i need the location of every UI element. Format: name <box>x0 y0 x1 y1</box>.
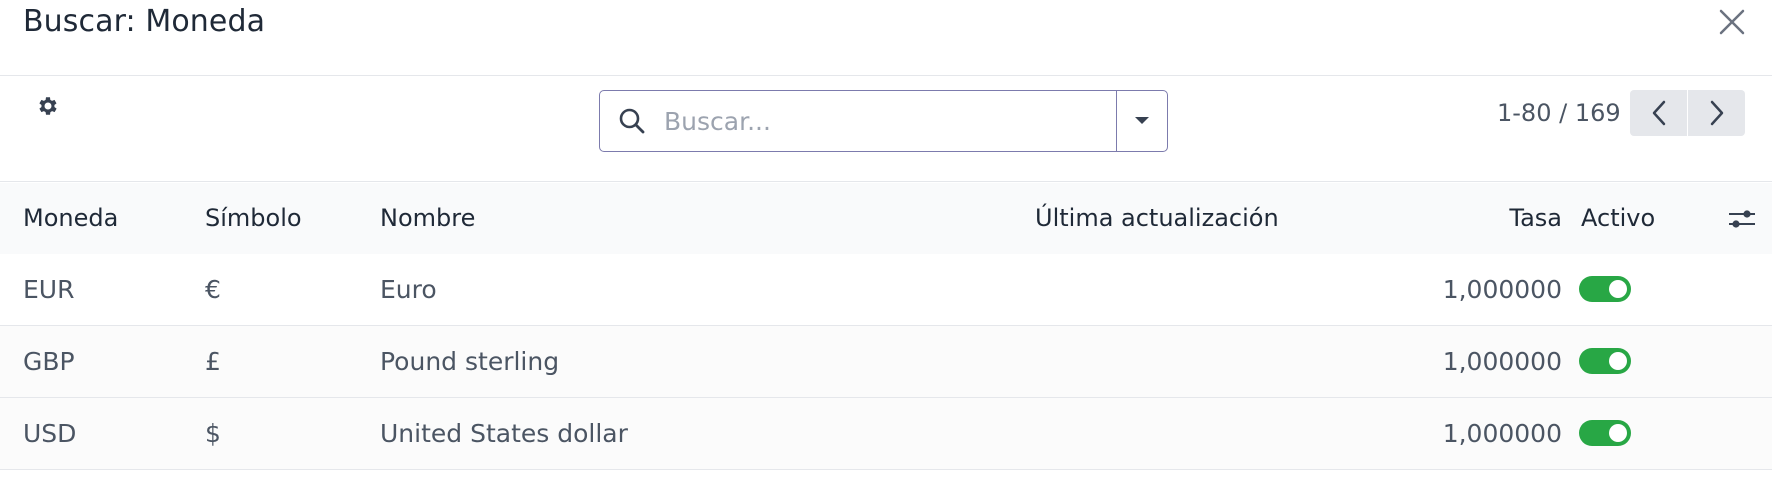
pager-value[interactable]: 1-80 / 169 <box>1497 99 1621 127</box>
cell-name: Pound sterling <box>380 347 560 376</box>
sliders-icon <box>1729 210 1755 228</box>
table-header: Moneda Símbolo Nombre Última actualizaci… <box>0 183 1772 254</box>
cell-symbol: € <box>205 275 221 304</box>
search-panel-toggle[interactable] <box>1116 91 1167 151</box>
table-row[interactable]: GBP £ Pound sterling 1,000000 <box>0 326 1772 398</box>
toggle-knob <box>1609 352 1627 370</box>
chevron-left-icon <box>1652 100 1665 126</box>
cell-symbol: $ <box>205 419 221 448</box>
pager-previous-button[interactable] <box>1630 90 1687 136</box>
close-icon <box>1719 9 1745 35</box>
table-row[interactable]: USD $ United States dollar 1,000000 <box>0 398 1772 470</box>
toggle-knob <box>1609 280 1627 298</box>
toggle-knob <box>1609 424 1627 442</box>
column-header-symbol[interactable]: Símbolo <box>205 204 302 232</box>
search-icon-wrapper <box>600 91 664 151</box>
cell-rate: 1,000000 <box>1442 347 1562 376</box>
settings-button[interactable] <box>35 93 61 119</box>
search-dialog: Buscar: Moneda Buscar... 1-80 / 169 Mone… <box>0 0 1772 479</box>
active-toggle[interactable] <box>1579 348 1631 374</box>
column-header-rate[interactable]: Tasa <box>1440 204 1562 232</box>
active-toggle[interactable] <box>1579 420 1631 446</box>
search-box <box>599 90 1168 152</box>
pager-next-button[interactable] <box>1688 90 1745 136</box>
optional-columns-button[interactable] <box>1728 205 1756 233</box>
search-icon <box>619 108 645 134</box>
table-row[interactable]: EUR € Euro 1,000000 <box>0 254 1772 326</box>
search-input[interactable] <box>664 92 1116 150</box>
dialog-header: Buscar: Moneda <box>0 0 1772 76</box>
column-header-active[interactable]: Activo <box>1581 204 1655 232</box>
currency-table: Moneda Símbolo Nombre Última actualizaci… <box>0 183 1772 470</box>
cell-currency: EUR <box>23 275 75 304</box>
close-button[interactable] <box>1716 6 1748 38</box>
column-header-name[interactable]: Nombre <box>380 204 475 232</box>
cell-symbol: £ <box>205 347 221 376</box>
gear-icon <box>39 97 57 115</box>
chevron-right-icon <box>1710 100 1723 126</box>
cell-rate: 1,000000 <box>1442 275 1562 304</box>
column-header-currency[interactable]: Moneda <box>23 204 118 232</box>
cell-rate: 1,000000 <box>1442 419 1562 448</box>
control-panel: 1-80 / 169 <box>0 77 1772 182</box>
column-header-last-update[interactable]: Última actualización <box>1035 204 1279 232</box>
dialog-title: Buscar: Moneda <box>23 4 266 39</box>
cell-name: United States dollar <box>380 419 628 448</box>
caret-down-icon <box>1135 117 1149 124</box>
cell-currency: USD <box>23 419 77 448</box>
cell-currency: GBP <box>23 347 75 376</box>
active-toggle[interactable] <box>1579 276 1631 302</box>
cell-name: Euro <box>380 275 437 304</box>
